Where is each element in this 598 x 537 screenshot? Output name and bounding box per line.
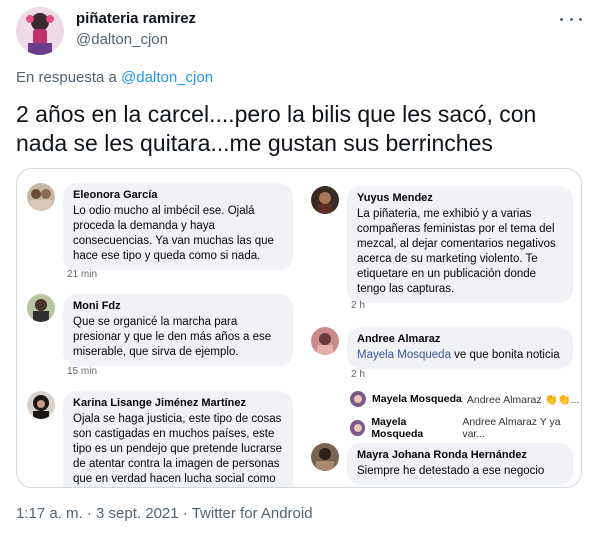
nested-reply: Mayela Mosqueda Andree Almaraz 👏👏... — [350, 391, 579, 407]
comment-bubble: Karina Lisange Jiménez Martínez Ojala se… — [63, 391, 293, 487]
tweet-source: Twitter for Android — [191, 505, 313, 522]
comment-time: 15 min — [67, 366, 98, 377]
comment-bubble: Moni Fdz Que se organicé la marcha para … — [63, 294, 293, 366]
reply-text: Andree Almaraz 👏👏... — [466, 393, 580, 406]
reply-avatar — [350, 391, 366, 407]
avatar-image — [16, 7, 64, 55]
commenter-avatar — [27, 391, 55, 419]
comment-text: Lo odio mucho al imbécil ese. Ojalá proc… — [73, 205, 274, 262]
tweet-time[interactable]: 1:17 a. m. — [16, 505, 83, 522]
reply-mention-link[interactable]: @dalton_cjon — [121, 69, 213, 86]
comment-bubble: Andree Almaraz Mayela Mosqueda ve que bo… — [347, 327, 573, 369]
more-horizontal-icon[interactable] — [560, 13, 582, 25]
footer-separator: · — [178, 505, 192, 522]
comment-time: 2 h — [351, 369, 365, 380]
reply-name: Mayela Mosqueda — [372, 393, 462, 405]
comment-text: ve que bonita noticia — [450, 349, 560, 361]
tweet-header: piñateria ramirez @dalton_cjon — [16, 7, 582, 55]
comment-text: Ojala se haga justicia, este tipo de cos… — [73, 413, 283, 485]
reply-name: Mayela Mosqueda — [371, 416, 424, 440]
tweet-text: 2 años en la carcel....pero la bilis que… — [16, 101, 537, 156]
commenter-avatar — [27, 294, 55, 322]
comment-bubble: Mayra Johana Ronda Hernández Siempre he … — [347, 443, 573, 485]
comment-bubble: Eleonora García Lo odio mucho al imbécil… — [63, 183, 293, 270]
tweet-footer: 1:17 a. m. · 3 sept. 2021 · Twitter for … — [16, 505, 313, 522]
comment-time: 2 h — [351, 300, 365, 311]
commenter-avatar — [27, 183, 55, 211]
commenter-avatar — [311, 186, 339, 214]
reply-context: En respuesta a @dalton_cjon — [16, 69, 213, 86]
commenter-name: Eleonora García — [73, 189, 158, 201]
display-name[interactable]: piñateria ramirez — [76, 10, 196, 27]
commenter-name: Mayra Johana Ronda Hernández — [357, 449, 527, 461]
comment-text: Que se organicé la marcha para presionar… — [73, 316, 272, 358]
commenter-avatar — [311, 443, 339, 471]
comment-text: Siempre he detestado a ese negocio — [357, 465, 545, 477]
reply-avatar — [350, 420, 366, 436]
commenter-name: Andree Almaraz — [357, 333, 441, 345]
commenter-avatar — [311, 327, 339, 355]
commenter-name: Yuyus Mendez — [357, 192, 433, 204]
user-handle[interactable]: @dalton_cjon — [76, 31, 168, 48]
comment-text: La piñateria, me exhibió y a varias comp… — [357, 208, 556, 295]
commenter-name: Karina Lisange Jiménez Martínez — [73, 397, 246, 409]
mentioned-user-link: Mayela Mosqueda — [357, 349, 451, 361]
comment-time: 21 min — [67, 269, 98, 280]
comment-bubble: Yuyus Mendez La piñateria, me exhibió y … — [347, 186, 573, 303]
nested-reply: Mayela Mosqueda Andree Almaraz Y ya var.… — [350, 416, 581, 440]
reply-prefix: En respuesta a — [16, 69, 122, 86]
footer-separator: · — [82, 505, 97, 522]
profile-avatar[interactable] — [16, 7, 64, 55]
tweet-media-image[interactable]: Eleonora García Lo odio mucho al imbécil… — [16, 168, 582, 488]
reply-text: Andree Almaraz Y ya var... — [462, 416, 561, 440]
commenter-name: Moni Fdz — [73, 300, 121, 312]
tweet-date[interactable]: 3 sept. 2021 — [96, 505, 179, 522]
